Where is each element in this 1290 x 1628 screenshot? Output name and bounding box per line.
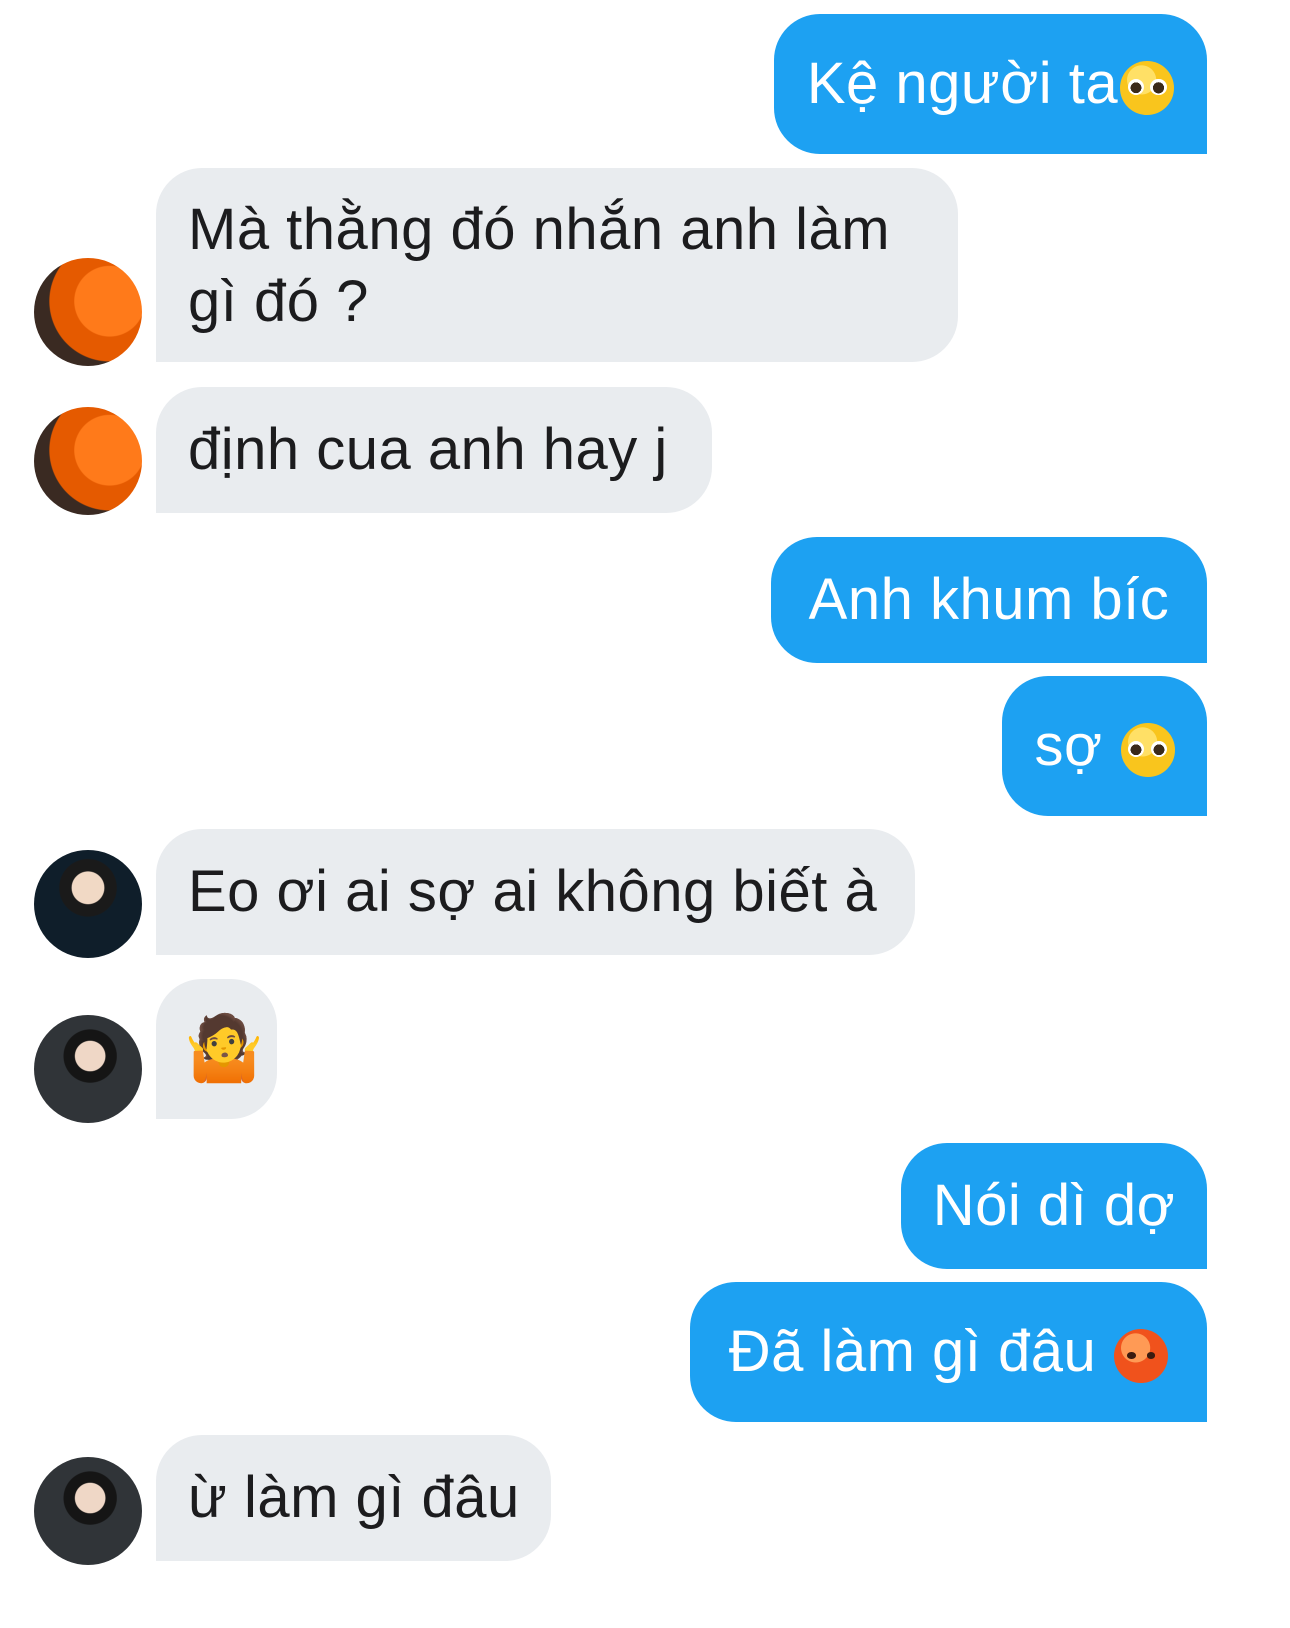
message-text: Đã làm gì đâu [728, 1319, 1097, 1384]
message-bubble-incoming[interactable]: ừ làm gì đâu [156, 1435, 551, 1561]
message-bubble-outgoing[interactable]: Nói dì dợ [901, 1143, 1207, 1269]
avatar-orange[interactable] [34, 258, 142, 366]
message-text: Kệ người ta [806, 51, 1119, 116]
avatar-suit[interactable] [34, 1015, 142, 1123]
message-text: Anh khum bíc [808, 567, 1170, 632]
pleading-face-icon [1120, 722, 1175, 777]
avatar-suit[interactable] [34, 1457, 142, 1565]
message-text: Eo ơi ai sợ ai không biết à [188, 859, 878, 924]
chat-thread: Kệ người ta Mà thằng đó nhắn anh làm gì … [0, 0, 1290, 1628]
person-shrugging-icon: 🤷 [184, 1012, 265, 1086]
message-text: Mà thằng đó nhắn anh làm gì đó ? [188, 197, 891, 334]
message-bubble-incoming[interactable]: Mà thằng đó nhắn anh làm gì đó ? [156, 168, 958, 362]
avatar-black-shirt[interactable] [34, 850, 142, 958]
avatar-orange[interactable] [34, 407, 142, 515]
pleading-face-icon [1120, 60, 1175, 115]
message-bubble-outgoing[interactable]: Đã làm gì đâu [690, 1282, 1207, 1422]
message-bubble-outgoing[interactable]: Anh khum bíc [771, 537, 1207, 663]
message-bubble-incoming[interactable]: Eo ơi ai sợ ai không biết à [156, 829, 915, 955]
message-bubble-outgoing[interactable]: Kệ người ta [774, 14, 1207, 154]
message-text: định cua anh hay j [188, 417, 668, 482]
message-bubble-incoming[interactable]: định cua anh hay j [156, 387, 712, 513]
message-bubble-outgoing[interactable]: sợ [1002, 676, 1207, 816]
angry-face-icon [1114, 1328, 1169, 1383]
message-text: sợ [1034, 713, 1103, 778]
message-text: ừ làm gì đâu [188, 1465, 520, 1530]
message-text: Nói dì dợ [932, 1173, 1176, 1238]
message-bubble-incoming[interactable]: 🤷 [156, 979, 277, 1119]
